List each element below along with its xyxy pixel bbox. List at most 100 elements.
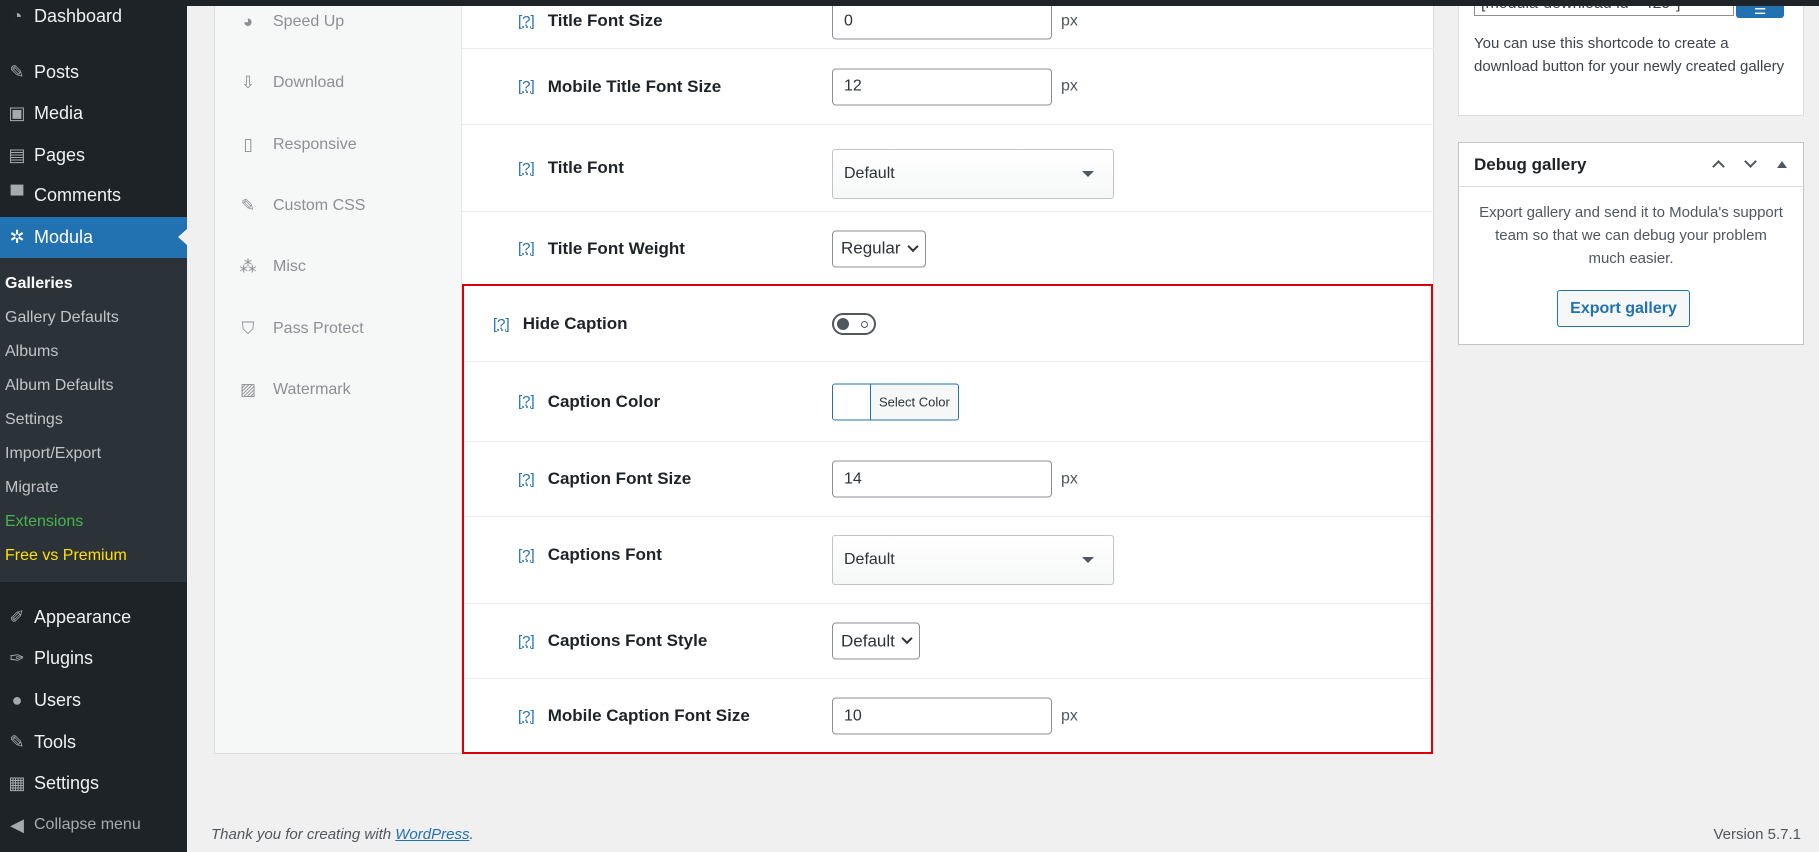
menu-plugins[interactable]: ✑ Plugins bbox=[0, 638, 187, 678]
toggle-knob bbox=[837, 318, 849, 330]
menu-settings-label: Settings bbox=[34, 772, 100, 793]
tab-misc[interactable]: ⁂ Misc bbox=[237, 256, 306, 278]
row-title-font: [?] Title Font Default bbox=[462, 125, 1434, 212]
title-font-size-input[interactable]: 0 bbox=[832, 2, 1052, 40]
dashboard-icon: ◔ bbox=[11, 5, 23, 26]
menu-modula-label: Modula bbox=[34, 227, 94, 247]
submenu-migrate[interactable]: Migrate bbox=[5, 479, 58, 497]
menu-posts-label: Posts bbox=[34, 61, 80, 82]
help-link[interactable]: [?] bbox=[493, 316, 510, 333]
hide-caption-toggle[interactable] bbox=[832, 313, 876, 335]
tab-pass-protect-label: Pass Protect bbox=[273, 320, 364, 337]
modula-submenu: Galleries Gallery Defaults Albums Album … bbox=[0, 258, 187, 582]
caption-font-size-label: [?] Caption Font Size bbox=[518, 469, 692, 488]
title-font-weight-label: [?] Title Font Weight bbox=[518, 238, 685, 258]
caption-color-label: [?] Caption Color bbox=[518, 391, 661, 411]
move-down-button[interactable] bbox=[1741, 155, 1759, 173]
submenu-gallery-defaults[interactable]: Gallery Defaults bbox=[5, 309, 119, 327]
caption-color-picker-button[interactable]: Select Color bbox=[832, 383, 959, 420]
menu-tools-label: Tools bbox=[34, 731, 77, 752]
dropdown-caret-icon bbox=[1082, 557, 1094, 563]
menu-posts[interactable]: ✎ Posts bbox=[0, 52, 187, 92]
submenu-galleries[interactable]: Galleries bbox=[5, 275, 73, 293]
menu-modula[interactable]: ✲ Modula bbox=[0, 217, 187, 258]
menu-comments[interactable]: ▀ Comments bbox=[0, 175, 187, 215]
row-title-font-size: [?] Title Font Size 0 px bbox=[462, 0, 1434, 49]
row-caption-font-size: [?] Caption Font Size 14 px bbox=[462, 442, 1434, 517]
tab-download[interactable]: ⇩ Download bbox=[237, 72, 344, 94]
collapse-menu-button[interactable]: ◀ Collapse menu bbox=[0, 805, 187, 845]
tab-custom-css[interactable]: ✎ Custom CSS bbox=[237, 195, 366, 217]
triangle-up-icon bbox=[1777, 160, 1787, 168]
row-caption-color: [?] Caption Color Select Color bbox=[462, 362, 1434, 442]
help-link[interactable]: [?] bbox=[518, 547, 535, 564]
footer-version: Version 5.7.1 bbox=[1713, 826, 1801, 843]
mobile-caption-font-size-input[interactable]: 10 bbox=[832, 697, 1052, 735]
export-gallery-button[interactable]: Export gallery bbox=[1557, 290, 1690, 327]
tab-speed-up[interactable]: ◕ Speed Up bbox=[237, 11, 344, 33]
menu-settings[interactable]: ▦ Settings bbox=[0, 763, 187, 803]
image-icon: ▨ bbox=[239, 380, 257, 399]
tab-download-label: Download bbox=[273, 74, 345, 91]
modula-gear-icon: ✲ bbox=[9, 227, 25, 247]
move-up-button[interactable] bbox=[1709, 155, 1727, 173]
help-link[interactable]: [?] bbox=[518, 708, 535, 725]
caption-color-control: Select Color bbox=[832, 383, 959, 420]
tab-watermark[interactable]: ▨ Watermark bbox=[237, 379, 351, 401]
wordpress-link[interactable]: WordPress bbox=[395, 826, 469, 843]
row-hide-caption: [?] Hide Caption bbox=[462, 287, 1434, 362]
help-link[interactable]: [?] bbox=[518, 78, 535, 95]
menu-appearance[interactable]: ✐ Appearance bbox=[0, 597, 187, 637]
submenu-free-vs-premium[interactable]: Free vs Premium bbox=[5, 547, 127, 565]
hide-caption-label: [?] Hide Caption bbox=[493, 314, 628, 333]
menu-users-label: Users bbox=[34, 689, 82, 710]
help-link[interactable]: [?] bbox=[518, 393, 535, 410]
captions-font-select[interactable]: Default bbox=[832, 535, 1114, 585]
menu-comments-label: Comments bbox=[34, 184, 122, 205]
help-link[interactable]: [?] bbox=[518, 240, 535, 257]
caption-font-size-input[interactable]: 14 bbox=[832, 460, 1052, 498]
shortcode-help-text: You can use this shortcode to create a d… bbox=[1474, 35, 1785, 75]
captions-font-control: Default bbox=[832, 535, 1114, 585]
plugins-icon: ✑ bbox=[9, 647, 25, 668]
download-icon: ⇩ bbox=[240, 73, 256, 92]
submenu-albums[interactable]: Albums bbox=[5, 343, 58, 361]
tab-responsive[interactable]: ▯ Responsive bbox=[237, 134, 356, 156]
admin-sidebar: ◔ Dashboard ✎ Posts ▣ Media ▤ Pages ▀ Co… bbox=[0, 0, 187, 852]
settings-icon: ▦ bbox=[8, 772, 26, 793]
mobile-caption-font-size-label: [?] Mobile Caption Font Size bbox=[518, 706, 750, 725]
menu-media-label: Media bbox=[34, 102, 84, 123]
debug-gallery-text: Export gallery and send it to Modula's s… bbox=[1479, 204, 1783, 267]
help-link[interactable]: [?] bbox=[518, 160, 535, 177]
toggle-panel-button[interactable] bbox=[1773, 155, 1791, 173]
captions-font-style-select[interactable]: Default bbox=[832, 622, 920, 660]
mobile-title-font-size-input[interactable]: 12 bbox=[832, 68, 1052, 105]
px-unit: px bbox=[1061, 12, 1078, 29]
help-link[interactable]: [?] bbox=[518, 13, 535, 30]
pin-icon: ✎ bbox=[9, 61, 25, 82]
submenu-import-export[interactable]: Import/Export bbox=[5, 445, 101, 463]
menu-users[interactable]: ● Users bbox=[0, 680, 187, 720]
title-font-weight-select[interactable]: Regular bbox=[832, 230, 926, 267]
submenu-album-defaults[interactable]: Album Defaults bbox=[5, 377, 114, 395]
appearance-icon: ✐ bbox=[9, 606, 25, 627]
title-font-select[interactable]: Default bbox=[832, 149, 1114, 199]
tab-pass-protect[interactable]: ⛉ Pass Protect bbox=[237, 318, 364, 340]
title-font-size-control: 0 px bbox=[832, 2, 1078, 40]
help-link[interactable]: [?] bbox=[518, 471, 535, 488]
admin-top-bar bbox=[0, 0, 1819, 6]
download-shortcode-box: [modula-download id="429"] ☰ You can use… bbox=[1458, 0, 1804, 116]
help-link[interactable]: [?] bbox=[518, 633, 535, 650]
settings-tabs: ◕ Speed Up ⇩ Download ▯ Responsive ✎ Cus… bbox=[215, 0, 462, 753]
menu-media[interactable]: ▣ Media bbox=[0, 93, 187, 133]
menu-tools[interactable]: ✎ Tools bbox=[0, 722, 187, 762]
row-captions-font-style: [?] Captions Font Style Default bbox=[462, 604, 1434, 679]
shield-icon: ⛉ bbox=[241, 319, 255, 338]
menu-pages[interactable]: ▤ Pages bbox=[0, 135, 187, 175]
tab-custom-css-label: Custom CSS bbox=[273, 197, 366, 214]
submenu-extensions[interactable]: Extensions bbox=[5, 513, 83, 531]
submenu-settings[interactable]: Settings bbox=[5, 411, 63, 429]
hide-caption-control bbox=[832, 313, 876, 335]
menu-plugins-label: Plugins bbox=[34, 647, 94, 668]
tab-speed-up-label: Speed Up bbox=[273, 13, 345, 30]
